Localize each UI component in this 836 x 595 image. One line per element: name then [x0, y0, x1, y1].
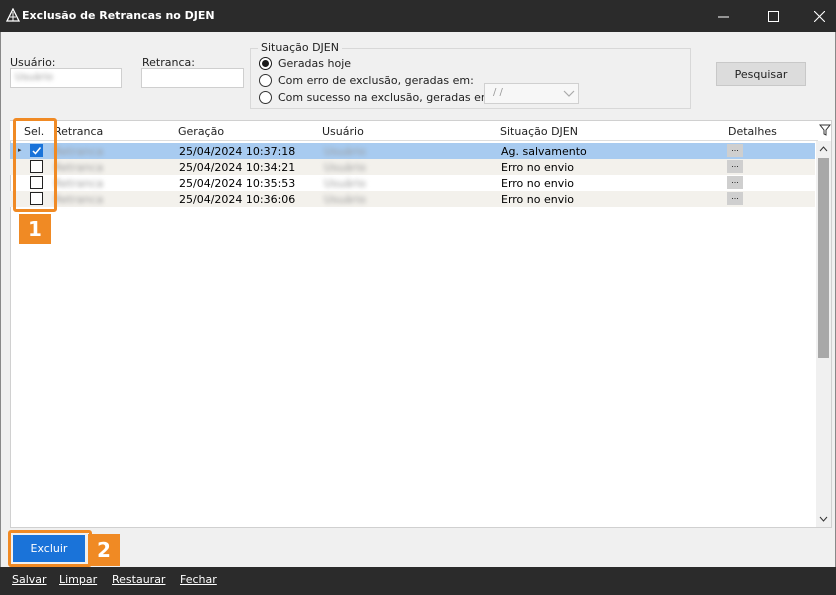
close-button[interactable]: [796, 0, 836, 32]
highlight-box-1: [13, 118, 57, 212]
col-header-retranca[interactable]: Retranca: [54, 125, 103, 138]
radio-erro-exclusao-label: Com erro de exclusão, geradas em:: [278, 74, 474, 87]
menu-limpar[interactable]: Limpar: [59, 573, 97, 586]
step-badge-2: 2: [88, 534, 120, 566]
detalhes-button[interactable]: ...: [727, 160, 743, 173]
col-header-geracao[interactable]: Geração: [178, 125, 224, 138]
cell-geracao: 25/04/2024 10:37:18: [179, 145, 296, 158]
app-logo-icon: [6, 8, 20, 22]
cell-situacao: Ag. salvamento: [501, 145, 587, 158]
radio-geradas-hoje-label: Geradas hoje: [278, 57, 352, 70]
usuario-input[interactable]: Usuário: [10, 68, 122, 88]
detalhes-button[interactable]: ...: [727, 176, 743, 189]
cell-usuario: Usuário: [324, 145, 366, 158]
cell-geracao: 25/04/2024 10:35:53: [179, 177, 296, 190]
cell-situacao: Erro no envio: [501, 161, 575, 174]
menu-fechar[interactable]: Fechar: [180, 573, 217, 586]
radio-sucesso-exclusao-label: Com sucesso na exclusão, geradas em:: [278, 91, 496, 104]
col-header-usuario[interactable]: Usuário: [322, 125, 364, 138]
bottom-menu-bar: Salvar Limpar Restaurar Fechar: [0, 567, 836, 595]
cell-usuario: Usuário: [324, 177, 366, 190]
col-header-detalhes[interactable]: Detalhes: [728, 125, 777, 138]
table-row[interactable]: ▸ Retranca 25/04/2024 10:37:18 Usuário A…: [10, 143, 815, 159]
usuario-input-value: Usuário: [15, 72, 54, 83]
cell-situacao: Erro no envio: [501, 193, 575, 206]
cell-retranca: Retranca: [54, 161, 104, 174]
minimize-button[interactable]: [700, 0, 746, 32]
radio-erro-exclusao[interactable]: [259, 74, 272, 87]
grid-header: Sel. Retranca Geração Usuário Situação D…: [10, 121, 818, 141]
radio-geradas-hoje[interactable]: [259, 57, 272, 70]
step-badge-1: 1: [19, 214, 51, 244]
cell-retranca: Retranca: [54, 193, 104, 206]
cell-retranca: Retranca: [54, 177, 104, 190]
col-header-situacao[interactable]: Situação DJEN: [500, 125, 578, 138]
retranca-input[interactable]: [141, 68, 244, 88]
table-row[interactable]: Retranca 25/04/2024 10:34:21 Usuário Err…: [10, 159, 815, 175]
cell-geracao: 25/04/2024 10:34:21: [179, 161, 296, 174]
scroll-down-icon[interactable]: [818, 514, 829, 524]
maximize-button[interactable]: [750, 0, 796, 32]
menu-salvar[interactable]: Salvar: [12, 573, 47, 586]
window-title: Exclusão de Retrancas no DJEN: [22, 9, 215, 22]
pesquisar-button[interactable]: Pesquisar: [716, 62, 806, 86]
detalhes-button[interactable]: ...: [727, 192, 743, 205]
maximize-icon: [767, 10, 779, 22]
close-icon: [813, 10, 825, 22]
table-row[interactable]: Retranca 25/04/2024 10:36:06 Usuário Err…: [10, 191, 815, 207]
situacao-group-title: Situação DJEN: [258, 41, 342, 54]
cell-usuario: Usuário: [324, 161, 366, 174]
cell-retranca: Retranca: [54, 145, 104, 158]
cell-situacao: Erro no envio: [501, 177, 575, 190]
cell-usuario: Usuário: [324, 193, 366, 206]
filter-icon[interactable]: [819, 124, 831, 136]
chevron-down-icon: [563, 90, 575, 97]
radio-sucesso-exclusao[interactable]: [259, 91, 272, 104]
cell-geracao: 25/04/2024 10:36:06: [179, 193, 296, 206]
menu-restaurar[interactable]: Restaurar: [112, 573, 165, 586]
title-bar: Exclusão de Retrancas no DJEN: [0, 0, 836, 32]
retranca-input-value: [142, 69, 243, 75]
highlight-box-2: [8, 530, 92, 567]
scrollbar-thumb[interactable]: [818, 158, 829, 358]
minimize-icon: [717, 16, 729, 17]
date-value: / /: [493, 87, 503, 98]
scroll-up-icon[interactable]: [818, 144, 829, 154]
detalhes-button[interactable]: ...: [727, 144, 743, 157]
table-row[interactable]: Retranca 25/04/2024 10:35:53 Usuário Err…: [10, 175, 815, 191]
